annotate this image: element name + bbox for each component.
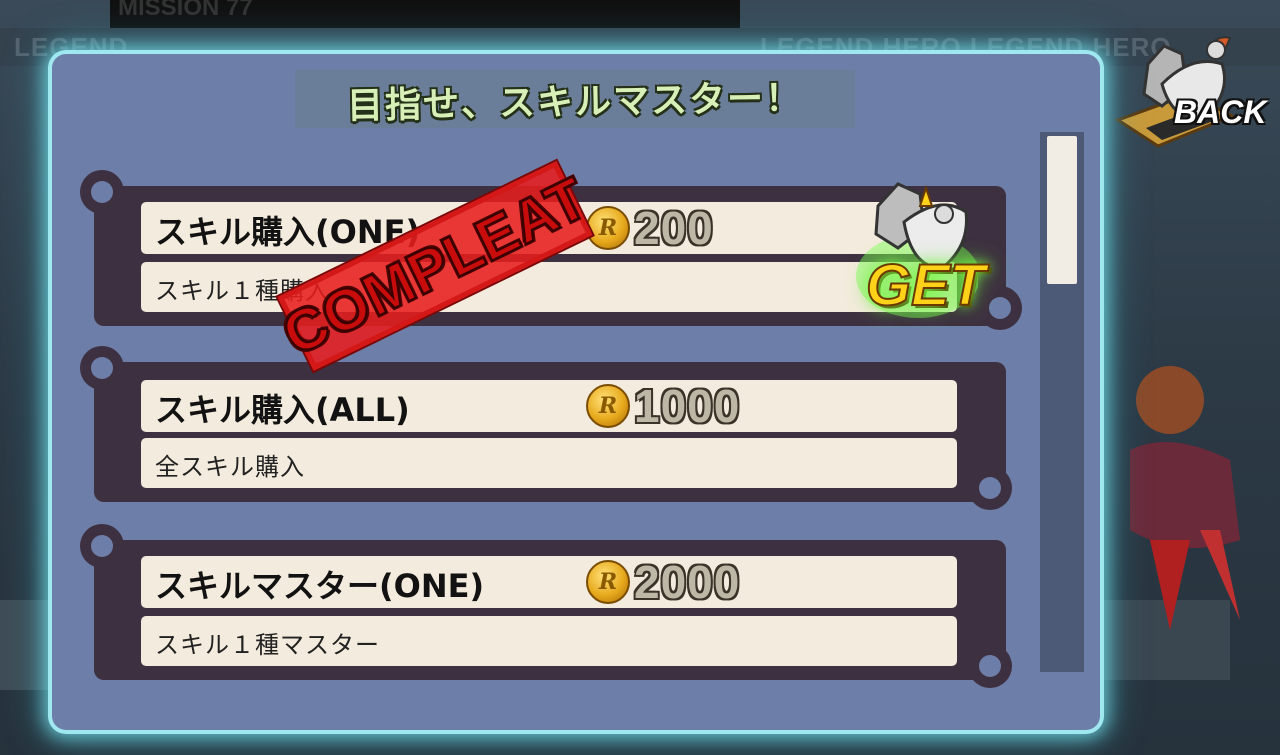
reward-amount: 200 xyxy=(634,202,714,254)
card-gear-decoration xyxy=(968,644,1012,688)
background-header: MISSION 77 xyxy=(110,0,740,30)
mission-description-row: 全スキル購入 xyxy=(141,438,957,488)
mission-description: スキル１種マスター xyxy=(155,631,380,659)
mission-reward: R 200 xyxy=(586,202,714,254)
card-gear-decoration xyxy=(80,524,124,568)
mission-reward: R 2000 xyxy=(586,556,741,608)
mission-description-row: スキル１種購入 xyxy=(141,262,957,312)
card-gear-decoration xyxy=(968,466,1012,510)
dialog-title-banner: 目指せ、スキルマスター！ xyxy=(295,70,855,128)
card-gear-decoration xyxy=(80,170,124,214)
mission-title: スキルマスター(ONE) xyxy=(155,567,485,605)
mission-description: 全スキル購入 xyxy=(155,453,305,481)
background-panel-left xyxy=(0,600,60,690)
back-bird-icon xyxy=(1114,36,1236,148)
get-label: GET xyxy=(865,252,986,319)
mission-title-row: スキルマスター(ONE) R 2000 xyxy=(141,556,957,608)
card-gear-decoration xyxy=(80,346,124,390)
back-label: BACK xyxy=(1174,94,1267,130)
get-reward-button[interactable]: GET xyxy=(848,176,986,326)
coin-icon: R xyxy=(586,384,630,428)
background-character-illustration xyxy=(1130,366,1240,630)
mission-title: スキル購入(ALL) xyxy=(155,391,410,429)
reward-amount: 2000 xyxy=(634,556,741,608)
mission-description-row: スキル１種マスター xyxy=(141,616,957,666)
reward-amount: 1000 xyxy=(634,380,741,432)
dialog-title: 目指せ、スキルマスター！ xyxy=(346,78,804,127)
mission-reward: R 1000 xyxy=(586,380,741,432)
scrollbar-thumb[interactable] xyxy=(1047,136,1077,284)
coin-icon: R xyxy=(586,560,630,604)
background-header-label: MISSION 77 xyxy=(118,0,253,21)
mission-title-row: スキル購入(ALL) R 1000 xyxy=(141,380,957,432)
back-button[interactable]: BACK xyxy=(1112,24,1272,154)
